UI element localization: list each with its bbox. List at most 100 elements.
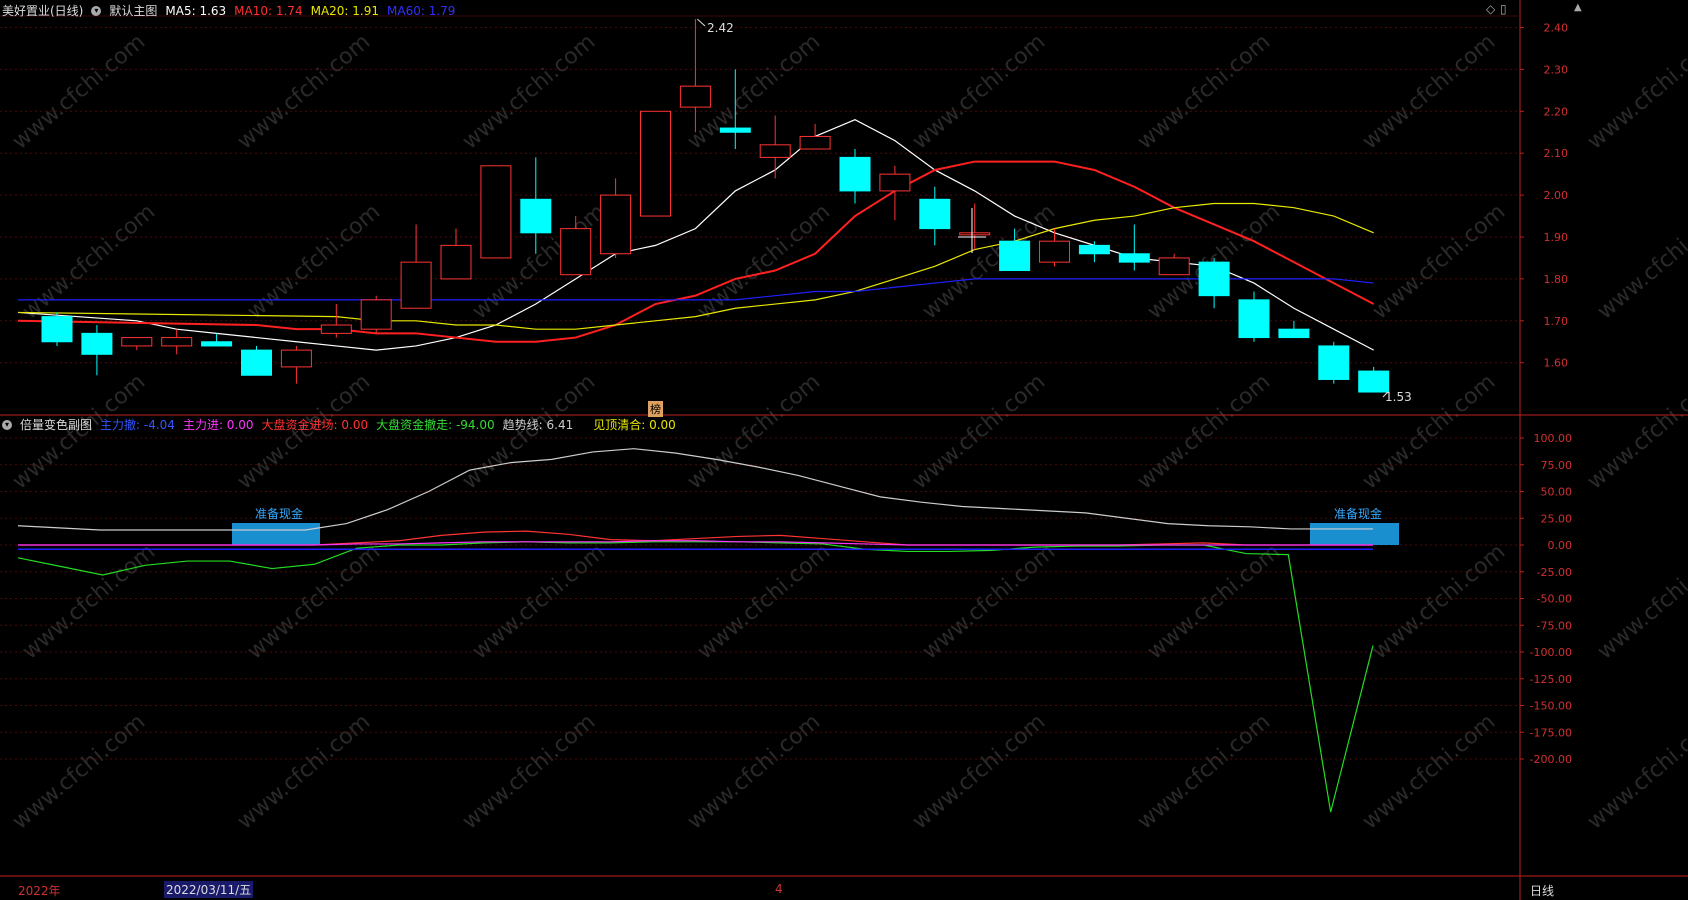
- watermark-text: www.cfchi.com: [908, 29, 1050, 154]
- watermark-text: www.cfchi.com: [243, 539, 385, 664]
- watermark-text: www.cfchi.com: [8, 709, 150, 834]
- indicator-main-enter: 主力进: 0.00: [182, 418, 254, 432]
- watermark-text: www.cfchi.com: [468, 539, 610, 664]
- candle-up[interactable]: [959, 232, 991, 236]
- watermark-text: www.cfchi.com: [1583, 369, 1688, 494]
- candle-down[interactable]: [1118, 253, 1150, 263]
- candle-up[interactable]: [640, 110, 671, 217]
- watermark-text: www.cfchi.com: [693, 199, 835, 324]
- candle-down[interactable]: [1318, 345, 1350, 380]
- chevron-down-icon[interactable]: ▾: [2, 419, 12, 430]
- watermark-text: www.cfchi.com: [683, 709, 825, 834]
- ma5-value: MA5: 1.63: [165, 3, 227, 18]
- candle-down[interactable]: [1238, 299, 1270, 339]
- value-tick-label: -150.00: [1530, 700, 1572, 713]
- candle-up[interactable]: [759, 144, 791, 158]
- candle-up[interactable]: [280, 349, 312, 368]
- candle-up[interactable]: [600, 194, 632, 255]
- candle-up[interactable]: [400, 261, 432, 309]
- watermark-text: www.cfchi.com: [1583, 29, 1688, 154]
- high-price-label: 2.42: [707, 21, 734, 35]
- indicator-line: [18, 530, 1373, 546]
- candle-down[interactable]: [1078, 244, 1110, 255]
- watermark-text: www.cfchi.com: [1368, 539, 1510, 664]
- candle-up[interactable]: [121, 337, 153, 347]
- candle-up[interactable]: [879, 173, 911, 192]
- watermark-text: www.cfchi.com: [908, 709, 1050, 834]
- watermark-text: www.cfchi.com: [1368, 199, 1510, 324]
- stock-chart[interactable]: www.cfchi.com www.cfchi.com www.cfchi.com w…: [0, 0, 1688, 900]
- candle-down[interactable]: [1358, 370, 1390, 393]
- watermark-text: www.cfchi.com: [18, 539, 160, 664]
- candle-down[interactable]: [839, 156, 871, 192]
- low-price-label: 1.53: [1385, 390, 1412, 404]
- candle-down[interactable]: [1198, 261, 1230, 297]
- candle-down[interactable]: [201, 341, 233, 347]
- price-tick-label: 2.30: [1544, 63, 1569, 76]
- candle-up[interactable]: [799, 135, 831, 150]
- value-tick-label: -25.00: [1537, 566, 1572, 579]
- candle-down[interactable]: [81, 332, 113, 355]
- badge-icon[interactable]: 榜: [648, 401, 663, 417]
- watermark-text: www.cfchi.com: [908, 369, 1050, 494]
- stock-title[interactable]: 美好置业(日线): [2, 2, 83, 19]
- candle-down[interactable]: [520, 198, 552, 234]
- sub-gridlines: [0, 437, 1520, 760]
- candle-up[interactable]: [1158, 257, 1190, 276]
- ma10-value: MA10: 1.74: [234, 3, 303, 18]
- candle-up[interactable]: [161, 337, 193, 347]
- watermark-text: www.cfchi.com: [1143, 539, 1285, 664]
- watermark-text: www.cfchi.com: [1358, 709, 1500, 834]
- candle-down[interactable]: [241, 349, 272, 376]
- value-tick-label: -100.00: [1530, 646, 1572, 659]
- price-tick-label: 2.00: [1544, 189, 1569, 202]
- watermark-text: www.cfchi.com: [1133, 29, 1275, 154]
- indicator-top: 见顶清合: 0.00: [593, 418, 676, 432]
- main-header: 美好置业(日线) ▾ 默认主图 MA5: 1.63 MA10: 1.74 MA2…: [2, 2, 455, 19]
- watermark-text: www.cfchi.com: [233, 709, 375, 834]
- sub-header: ▾ 倍量变色副图 主力撤: -4.04 主力进: 0.00 大盘资金进场: 0.…: [2, 416, 676, 433]
- main-chart-name[interactable]: 默认主图: [109, 2, 157, 19]
- ma60-value: MA60: 1.79: [387, 3, 456, 18]
- price-tick-label: 1.90: [1544, 231, 1569, 244]
- price-tick-label: 2.20: [1544, 105, 1569, 118]
- prepare-cash-box: [232, 523, 320, 545]
- sub-chart-name[interactable]: 倍量变色副图: [20, 416, 92, 433]
- value-tick-label: -200.00: [1530, 753, 1572, 766]
- candle-up[interactable]: [320, 324, 352, 334]
- month-label: 4: [775, 882, 783, 896]
- main-price-axis: 2.40 2.30 2.20 2.10 2.00 1.90 1.80 1.70 1.60: [1520, 22, 1568, 370]
- candle-up[interactable]: [480, 165, 512, 259]
- candle-up[interactable]: [360, 299, 392, 330]
- prepare-cash-box: [1310, 523, 1399, 545]
- chevron-down-icon[interactable]: ▾: [91, 5, 102, 16]
- watermark-text: www.cfchi.com: [1358, 29, 1500, 154]
- watermark-text: www.cfchi.com: [1133, 369, 1275, 494]
- prepare-cash-label-1: 准备现金: [255, 507, 304, 521]
- indicator-market-enter: 大盘资金进场: 0.00: [261, 418, 369, 432]
- watermark-text: www.cfchi.com: [1593, 199, 1688, 324]
- watermark-text: www.cfchi.com: [458, 29, 600, 154]
- prepare-cash-label-2: 准备现金: [1334, 507, 1383, 521]
- watermark-text: www.cfchi.com: [693, 539, 835, 664]
- candle-down[interactable]: [919, 198, 951, 230]
- candle-up[interactable]: [560, 228, 592, 276]
- period-label[interactable]: 日线: [1530, 882, 1554, 899]
- pin-icon[interactable]: ▯: [1500, 2, 1507, 16]
- candle-down[interactable]: [41, 316, 73, 343]
- candle-down[interactable]: [719, 127, 751, 133]
- value-tick-label: 25.00: [1541, 512, 1573, 525]
- candle-up[interactable]: [679, 85, 711, 108]
- watermark-text: www.cfchi.com: [458, 709, 600, 834]
- candle-down[interactable]: [1278, 328, 1310, 339]
- candle-down[interactable]: [999, 240, 1031, 272]
- watermark-text: www.cfchi.com: [683, 369, 825, 494]
- watermark-text: www.cfchi.com: [918, 539, 1060, 664]
- price-tick-label: 1.70: [1544, 315, 1569, 328]
- candle-up[interactable]: [1039, 240, 1070, 263]
- price-tick-label: 1.80: [1544, 273, 1569, 286]
- scroll-up-icon[interactable]: ▲: [1574, 2, 1582, 13]
- price-tick-label: 2.40: [1544, 22, 1569, 35]
- diamond-icon[interactable]: ◇: [1486, 2, 1495, 16]
- candle-up[interactable]: [440, 244, 472, 280]
